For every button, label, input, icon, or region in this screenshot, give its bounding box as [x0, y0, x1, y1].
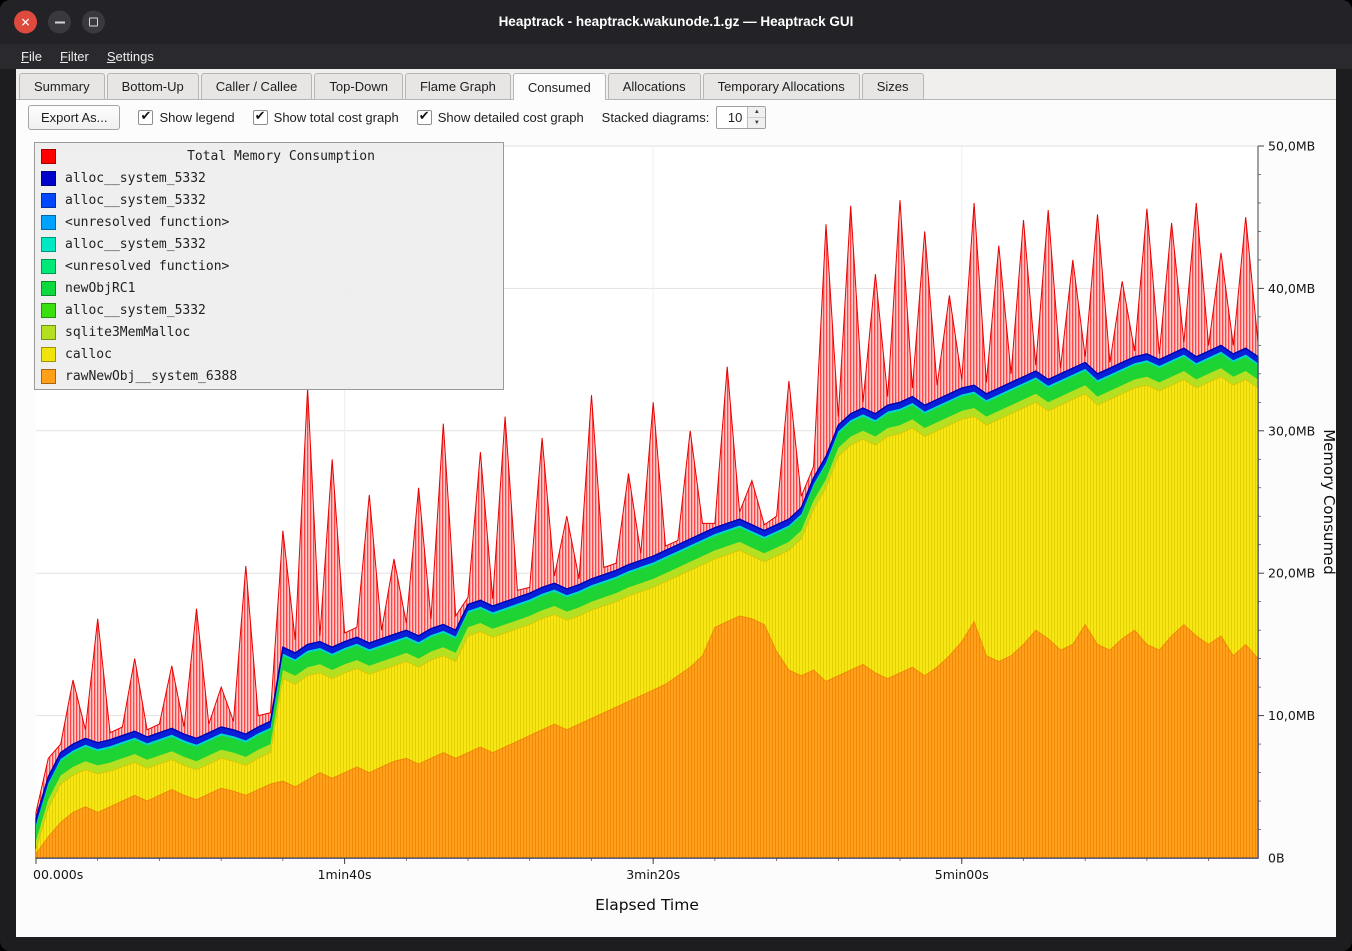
chart-area: Total Memory Consumption alloc__system_53… [16, 134, 1336, 937]
y-tick-label: 20,0MB [1268, 566, 1315, 581]
legend-item-label: alloc__system_5332 [65, 303, 206, 318]
tab-flame-graph[interactable]: Flame Graph [405, 73, 511, 99]
show-total-cost-graph-checkbox[interactable]: ✔ Show total cost graph [253, 110, 399, 125]
maximize-icon [89, 18, 98, 27]
legend-item-label: alloc__system_5332 [65, 171, 206, 186]
tab-temporary-allocations[interactable]: Temporary Allocations [703, 73, 860, 99]
y-tick-label: 50,0MB [1268, 139, 1315, 154]
legend-swatch [41, 325, 56, 340]
checkbox-box: ✔ [253, 110, 268, 125]
legend-swatch [41, 347, 56, 362]
legend-item-label: <unresolved function> [65, 215, 229, 230]
menu-bar: File Filter Settings [0, 44, 1352, 69]
legend-item-label: alloc__system_5332 [65, 237, 206, 252]
close-icon: ✕ [20, 16, 30, 28]
legend-item: calloc [35, 343, 503, 365]
tab-sizes[interactable]: Sizes [862, 73, 924, 99]
toolbar: Export As... ✔ Show legend ✔ Show total cos… [16, 100, 1336, 134]
y-tick-label: 30,0MB [1268, 423, 1315, 438]
title-bar[interactable]: ✕ Heaptrack - heaptrack.wakunode.1.gz — … [0, 0, 1352, 44]
show-legend-checkbox[interactable]: ✔ Show legend [138, 110, 234, 125]
legend-swatch [41, 281, 56, 296]
window-controls: ✕ [14, 11, 105, 34]
legend-item-label: newObjRC1 [65, 281, 135, 296]
legend-item-label: rawNewObj__system_6388 [65, 369, 237, 384]
export-as-button[interactable]: Export As... [28, 105, 120, 130]
menu-file[interactable]: File [12, 46, 51, 67]
tab-bottom-up[interactable]: Bottom-Up [107, 73, 199, 99]
legend-swatch [41, 259, 56, 274]
menu-settings[interactable]: Settings [98, 46, 163, 67]
legend-title-row: Total Memory Consumption [35, 145, 503, 167]
x-axis-title: Elapsed Time [595, 896, 699, 914]
legend-item-label: calloc [65, 347, 112, 362]
checkbox-label: Show legend [159, 110, 234, 125]
check-icon: ✔ [419, 108, 430, 124]
heaptrack-window: ✕ Heaptrack - heaptrack.wakunode.1.gz — … [0, 0, 1352, 951]
legend-item: newObjRC1 [35, 277, 503, 299]
legend-swatch [41, 215, 56, 230]
chart-legend: Total Memory Consumption alloc__system_53… [34, 142, 504, 390]
legend-item: alloc__system_5332 [35, 299, 503, 321]
legend-swatch-total [41, 149, 56, 164]
checkbox-label: Show total cost graph [274, 110, 399, 125]
x-tick-label: 00.000s [33, 867, 83, 882]
checkbox-group: ✔ Show legend ✔ Show total cost graph ✔ Show … [138, 110, 583, 125]
legend-item: <unresolved function> [35, 211, 503, 233]
stacked-diagrams-label: Stacked diagrams: [602, 110, 710, 125]
minimize-button[interactable] [48, 11, 71, 34]
legend-swatch [41, 237, 56, 252]
minimize-icon [55, 21, 65, 23]
x-tick-label: 5min00s [935, 867, 989, 882]
legend-swatch [41, 193, 56, 208]
tab-caller-callee[interactable]: Caller / Callee [201, 73, 313, 99]
checkbox-box: ✔ [138, 110, 153, 125]
legend-title: Total Memory Consumption [65, 149, 497, 164]
check-icon: ✔ [140, 108, 151, 124]
legend-item-label: alloc__system_5332 [65, 193, 206, 208]
menu-filter[interactable]: Filter [51, 46, 98, 67]
legend-item: sqlite3MemMalloc [35, 321, 503, 343]
y-tick-label: 40,0MB [1268, 281, 1315, 296]
spinbox-value: 10 [717, 107, 747, 128]
stacked-diagrams-group: Stacked diagrams: 10 ▲ ▼ [602, 106, 767, 129]
check-icon: ✔ [255, 108, 266, 124]
show-detailed-cost-graph-checkbox[interactable]: ✔ Show detailed cost graph [417, 110, 584, 125]
legend-item: <unresolved function> [35, 255, 503, 277]
spinbox-arrows: ▲ ▼ [747, 107, 765, 128]
legend-item-label: <unresolved function> [65, 259, 229, 274]
spin-down-button[interactable]: ▼ [748, 118, 765, 128]
checkbox-box: ✔ [417, 110, 432, 125]
legend-swatch [41, 369, 56, 384]
tab-allocations[interactable]: Allocations [608, 73, 701, 99]
close-button[interactable]: ✕ [14, 11, 37, 34]
y-axis-title: Memory Consumed [1320, 429, 1336, 575]
y-tick-label: 10,0MB [1268, 708, 1315, 723]
tab-consumed[interactable]: Consumed [513, 73, 606, 100]
x-tick-label: 1min40s [318, 867, 372, 882]
y-tick-label: 0B [1268, 851, 1285, 866]
window-title: Heaptrack - heaptrack.wakunode.1.gz — He… [0, 0, 1352, 44]
x-tick-label: 3min20s [626, 867, 680, 882]
legend-swatch [41, 303, 56, 318]
tab-top-down[interactable]: Top-Down [314, 73, 403, 99]
maximize-button[interactable] [82, 11, 105, 34]
tab-bar: SummaryBottom-UpCaller / CalleeTop-DownF… [16, 69, 1336, 100]
legend-item: alloc__system_5332 [35, 189, 503, 211]
legend-item: alloc__system_5332 [35, 167, 503, 189]
spin-up-button[interactable]: ▲ [748, 107, 765, 118]
legend-item-label: sqlite3MemMalloc [65, 325, 190, 340]
stacked-diagrams-spinbox[interactable]: 10 ▲ ▼ [716, 106, 766, 129]
legend-swatch [41, 171, 56, 186]
tab-summary[interactable]: Summary [19, 73, 105, 99]
legend-item: alloc__system_5332 [35, 233, 503, 255]
window-content: SummaryBottom-UpCaller / CalleeTop-DownF… [16, 69, 1336, 937]
legend-item: rawNewObj__system_6388 [35, 365, 503, 387]
checkbox-label: Show detailed cost graph [438, 110, 584, 125]
